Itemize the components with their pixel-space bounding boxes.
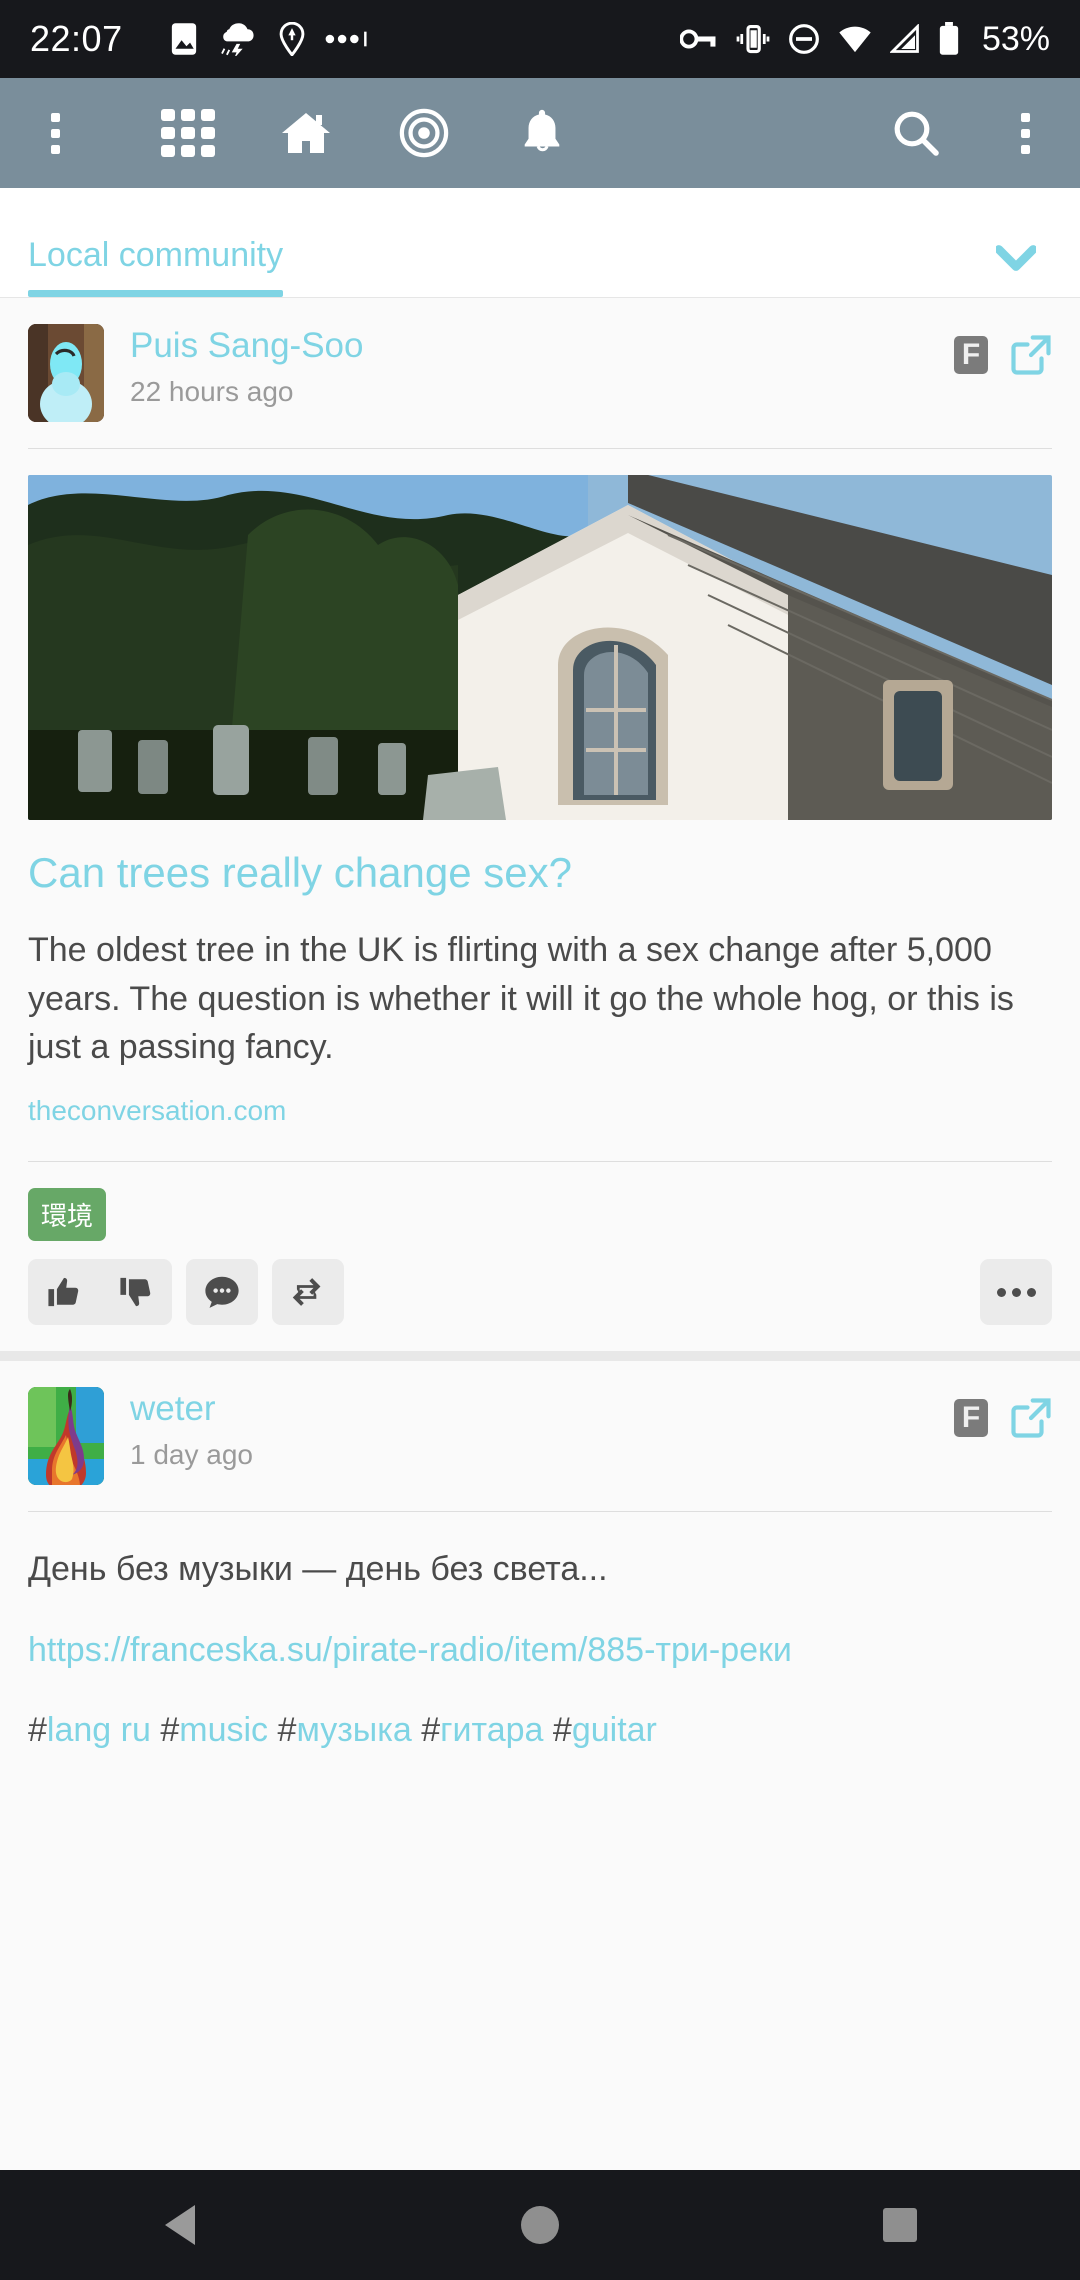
vpn-key-icon <box>680 26 718 52</box>
post-timestamp: 1 day ago <box>130 1439 954 1471</box>
recents-square-icon <box>883 2208 917 2242</box>
toolbar-overflow-button[interactable] <box>996 87 1054 179</box>
post-overflow-button[interactable] <box>980 1259 1052 1325</box>
hashtag[interactable]: #music <box>160 1711 268 1749</box>
tab-dropdown-button[interactable] <box>952 245 1080 271</box>
post-item: weter 1 day ago F День без музыки — день… <box>0 1361 1080 1773</box>
notifications-button[interactable] <box>496 87 588 179</box>
battery-percent: 53% <box>982 20 1050 59</box>
open-external-icon[interactable] <box>1010 334 1052 376</box>
wifi-icon <box>838 24 872 54</box>
repost-button[interactable] <box>272 1259 344 1325</box>
left-overflow-menu-button[interactable] <box>26 87 84 179</box>
image-icon <box>169 22 199 56</box>
android-nav-bar <box>0 2170 1080 2280</box>
network-badge-icon: F <box>954 1399 988 1437</box>
comment-icon <box>204 1275 240 1309</box>
more-icon <box>997 1288 1036 1297</box>
battery-icon <box>938 22 960 56</box>
bell-icon <box>518 108 566 158</box>
post-title[interactable]: Can trees really change sex? <box>0 820 1080 898</box>
do-not-disturb-icon <box>788 23 820 55</box>
post-hashtags: #lang ru #music #музыка #гитара #guitar <box>0 1674 1080 1774</box>
apps-grid-button[interactable] <box>142 87 234 179</box>
target-icon <box>399 108 449 158</box>
dot-menu-icon <box>1021 113 1030 154</box>
home-icon <box>280 109 332 157</box>
tab-label: Local community <box>28 236 283 274</box>
search-icon <box>892 109 940 157</box>
comment-button[interactable] <box>186 1259 258 1325</box>
status-bar-left: 22:07 <box>30 18 680 60</box>
post-author[interactable]: Puis Sang-Soo <box>130 326 954 366</box>
post-item: Puis Sang-Soo 22 hours ago F <box>0 298 1080 1351</box>
more-dots-icon <box>325 31 369 47</box>
signal-icon <box>890 24 920 54</box>
hashtag[interactable]: #lang ru <box>28 1711 151 1749</box>
post-header: Puis Sang-Soo 22 hours ago F <box>0 298 1080 422</box>
vibrate-icon <box>736 24 770 54</box>
home-button[interactable] <box>260 87 352 179</box>
dislike-button[interactable] <box>100 1259 172 1325</box>
back-triangle-icon <box>165 2205 195 2245</box>
post-author-block: weter 1 day ago <box>130 1387 954 1471</box>
repost-icon <box>290 1275 326 1309</box>
nav-home-button[interactable] <box>460 2170 620 2280</box>
hashtag[interactable]: #гитара <box>421 1711 543 1749</box>
network-button[interactable] <box>378 87 470 179</box>
post-actions <box>0 1241 1080 1351</box>
post-body: The oldest tree in the UK is flirting wi… <box>0 898 1080 1071</box>
post-divider <box>28 448 1052 449</box>
thumbs-down-icon <box>119 1275 153 1309</box>
post-preview-image[interactable] <box>28 475 1052 820</box>
open-external-icon[interactable] <box>1010 1397 1052 1439</box>
hashtag[interactable]: #guitar <box>553 1711 657 1749</box>
tab-local-community[interactable]: Local community <box>0 236 311 297</box>
chevron-down-icon <box>996 245 1036 271</box>
like-button[interactable] <box>28 1259 100 1325</box>
home-circle-icon <box>521 2206 559 2244</box>
vote-group <box>28 1259 172 1325</box>
network-badge-icon: F <box>954 336 988 374</box>
avatar[interactable] <box>28 324 104 422</box>
status-clock: 22:07 <box>30 18 123 60</box>
feed: Puis Sang-Soo 22 hours ago F <box>0 298 1080 1774</box>
dot-menu-icon <box>51 113 60 154</box>
phone-screen: 22:07 <box>0 0 1080 2280</box>
post-tags: 環境 <box>0 1162 1080 1241</box>
nav-recents-button[interactable] <box>820 2170 980 2280</box>
post-header: weter 1 day ago F <box>0 1361 1080 1485</box>
status-bar-right: 53% <box>680 20 1050 59</box>
hashtag[interactable]: #музыка <box>278 1711 412 1749</box>
post-url-link[interactable]: https://franceska.su/pirate-radio/item/8… <box>0 1594 1080 1674</box>
post-author-block: Puis Sang-Soo 22 hours ago <box>130 324 954 408</box>
status-bar: 22:07 <box>0 0 1080 78</box>
thumbs-up-icon <box>47 1275 81 1309</box>
cloud-lightning-icon <box>219 22 259 56</box>
app-toolbar <box>0 78 1080 188</box>
avatar[interactable] <box>28 1387 104 1485</box>
search-button[interactable] <box>870 87 962 179</box>
apps-grid-icon <box>161 109 215 157</box>
category-tag[interactable]: 環境 <box>28 1188 106 1241</box>
post-text: День без музыки — день без света... <box>0 1512 1080 1594</box>
nav-back-button[interactable] <box>100 2170 260 2280</box>
tab-bar: Local community <box>0 188 1080 298</box>
post-source-link[interactable]: theconversation.com <box>0 1071 1080 1127</box>
post-timestamp: 22 hours ago <box>130 376 954 408</box>
post-header-icons: F <box>954 1387 1052 1439</box>
location-pin-icon <box>279 22 305 56</box>
post-header-icons: F <box>954 324 1052 376</box>
post-author[interactable]: weter <box>130 1389 954 1429</box>
